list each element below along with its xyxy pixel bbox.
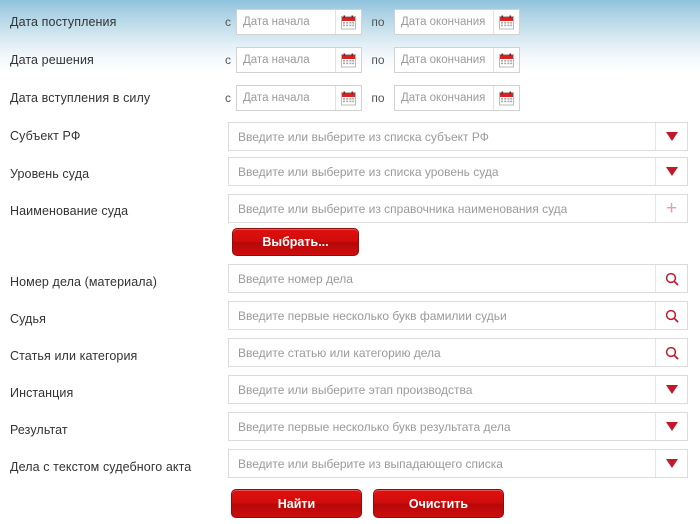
date-to-input-date-decision[interactable] [395, 48, 493, 72]
find-button[interactable]: Найти [231, 489, 362, 518]
dropdown-caret-icon-subject-rf[interactable] [655, 123, 687, 150]
field-article-category [228, 338, 688, 367]
field-judge [228, 301, 688, 330]
date-from-conjunction: с [225, 15, 231, 29]
date-to-field-date-effective [394, 85, 520, 111]
label-cases-with-act-text: Дела с текстом судебного акта [10, 460, 192, 474]
chevron-down-icon [665, 132, 678, 141]
field-court-level [228, 157, 688, 186]
dropdown-caret-icon-instance[interactable] [655, 376, 687, 403]
field-instance [228, 375, 688, 404]
search-icon [665, 309, 678, 322]
field-result [228, 412, 688, 441]
input-result[interactable] [229, 413, 655, 440]
dropdown-caret-icon-court-level[interactable] [655, 158, 687, 185]
label-subject-rf: Субъект РФ [10, 129, 81, 143]
date-from-input-date-effective[interactable] [237, 86, 335, 110]
label-date-received: Дата поступления [10, 15, 117, 29]
date-from-input-date-received[interactable] [237, 10, 335, 34]
search-icon [665, 272, 678, 285]
dropdown-caret-icon-result[interactable] [655, 413, 687, 440]
input-case-number[interactable] [229, 265, 655, 292]
label-instance: Инстанция [10, 386, 74, 400]
date-to-conjunction: по [371, 91, 385, 105]
label-court-name: Наименование суда [10, 204, 129, 218]
form-row-date-effective: Дата вступления в силу с Дата начала по … [0, 79, 700, 117]
label-judge: Судья [10, 312, 46, 326]
advanced-case-search-form: Дата поступления с Дата начала по Дата о… [0, 0, 700, 524]
search-icon-case-number[interactable] [655, 265, 687, 292]
date-range-date-received: с Дата начала по Дата окончания [220, 9, 520, 35]
label-date-effective: Дата вступления в силу [10, 91, 151, 105]
field-subject-rf [228, 122, 688, 151]
plus-icon-court-name[interactable]: + [655, 195, 687, 222]
calendar-icon-from-date-received[interactable] [335, 10, 361, 34]
date-from-conjunction: с [225, 91, 231, 105]
form-row-date-received: Дата поступления с Дата начала по Дата о… [0, 3, 700, 41]
calendar-icon-to-date-effective[interactable] [493, 86, 519, 110]
form-row-date-decision: Дата решения с Дата начала по Дата оконч… [0, 41, 700, 79]
date-range-date-decision: с Дата начала по Дата окончания [220, 47, 520, 73]
date-from-field-date-effective [236, 85, 362, 111]
label-result: Результат [10, 423, 68, 437]
date-from-input-date-decision[interactable] [237, 48, 335, 72]
chevron-down-icon [665, 167, 678, 176]
date-to-conjunction: по [371, 53, 385, 67]
search-icon-article-category[interactable] [655, 339, 687, 366]
date-from-field-date-decision [236, 47, 362, 73]
label-case-number: Номер дела (материала) [10, 275, 157, 289]
input-cases-with-act-text[interactable] [229, 450, 655, 477]
calendar-icon-to-date-decision[interactable] [493, 48, 519, 72]
input-subject-rf[interactable] [229, 123, 655, 150]
label-article-category: Статья или категория [10, 349, 138, 363]
plus-icon: + [665, 198, 678, 219]
date-to-field-date-decision [394, 47, 520, 73]
date-from-field-date-received [236, 9, 362, 35]
input-instance[interactable] [229, 376, 655, 403]
calendar-icon-from-date-decision[interactable] [335, 48, 361, 72]
chevron-down-icon [665, 459, 678, 468]
chevron-down-icon [665, 385, 678, 394]
dropdown-caret-icon-cases-with-act-text[interactable] [655, 450, 687, 477]
date-to-input-date-effective[interactable] [395, 86, 493, 110]
input-court-name[interactable] [229, 195, 655, 222]
date-to-field-date-received [394, 9, 520, 35]
date-to-conjunction: по [371, 15, 385, 29]
chevron-down-icon [665, 422, 678, 431]
calendar-icon-from-date-effective[interactable] [335, 86, 361, 110]
date-to-input-date-received[interactable] [395, 10, 493, 34]
input-article-category[interactable] [229, 339, 655, 366]
choose-court-button[interactable]: Выбрать... [232, 228, 359, 256]
label-date-decision: Дата решения [10, 53, 94, 67]
search-icon-judge[interactable] [655, 302, 687, 329]
date-range-date-effective: с Дата начала по Дата окончания [220, 85, 520, 111]
input-court-level[interactable] [229, 158, 655, 185]
calendar-icon-to-date-received[interactable] [493, 10, 519, 34]
label-court-level: Уровень суда [10, 167, 90, 181]
date-from-conjunction: с [225, 53, 231, 67]
field-case-number [228, 264, 688, 293]
search-icon [665, 346, 678, 359]
clear-button[interactable]: Очистить [373, 489, 504, 518]
input-judge[interactable] [229, 302, 655, 329]
field-court-name: + [228, 194, 688, 223]
field-cases-with-act-text [228, 449, 688, 478]
